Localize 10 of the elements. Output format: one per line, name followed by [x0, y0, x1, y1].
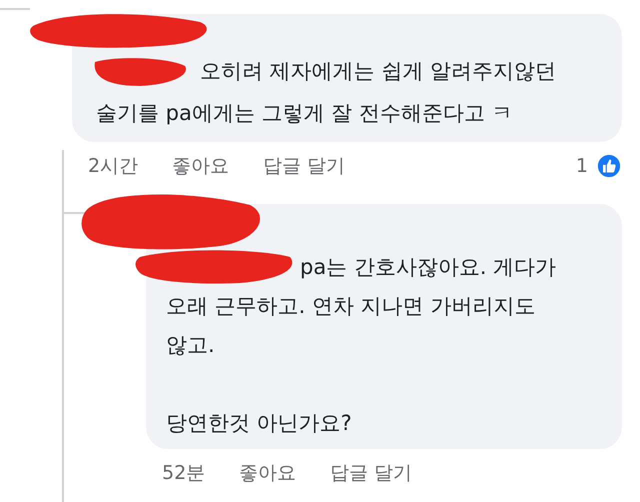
timestamp: 52분 — [162, 461, 206, 486]
action-link[interactable]: 좋아요 — [239, 460, 296, 486]
reaction-count: 1 — [576, 155, 588, 177]
action-link[interactable]: 좋아요 — [172, 153, 230, 179]
timestamp: 2시간 — [88, 154, 138, 179]
action-link[interactable]: 답글 달기 — [330, 460, 412, 486]
action-link[interactable]: 답글 달기 — [263, 153, 346, 179]
thumbs-up-icon — [596, 153, 622, 179]
comment-text: pa는 간호사잖아요. 게다가 오래 근무하고. 연차 지나면 가버리지도 않고. 당연한것 아닌가요? — [146, 204, 622, 449]
comment-text: 오히려 제자에게는 쉽게 알려주지않던 술기를 pa에게는 그렇게 잘 전수해준다고 ㅋ — [72, 14, 622, 142]
